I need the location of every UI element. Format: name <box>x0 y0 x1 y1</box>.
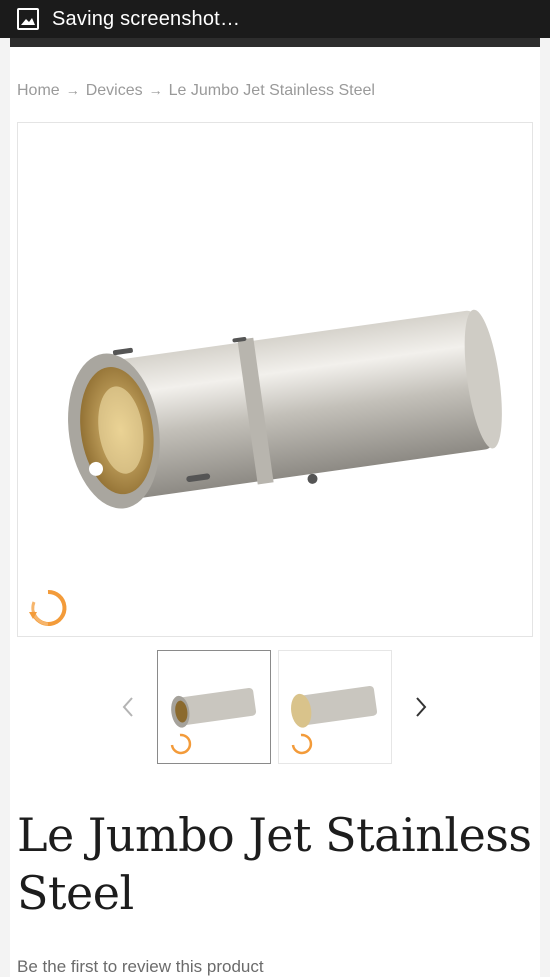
rotate-360-icon[interactable] <box>26 586 70 630</box>
thumbnail-gallery <box>10 650 540 765</box>
breadcrumb: Home → Devices → Le Jumbo Jet Stainless Stee… <box>17 82 375 100</box>
breadcrumb-devices[interactable]: Devices <box>86 82 143 99</box>
product-main-image[interactable] <box>17 122 533 637</box>
breadcrumb-separator: → <box>148 82 163 98</box>
product-page: Home → Devices → Le Jumbo Jet Stainless Stee… <box>10 38 540 977</box>
thumbnail-image <box>170 687 257 755</box>
breadcrumb-home[interactable]: Home <box>17 82 60 99</box>
breadcrumb-current: Le Jumbo Jet Stainless Steel <box>168 82 375 99</box>
image-icon <box>17 8 39 30</box>
header-bar <box>10 38 540 47</box>
chevron-left-icon[interactable] <box>118 692 138 722</box>
product-title: Le Jumbo Jet Stainless Steel <box>17 808 532 920</box>
status-bar: Saving screenshot… <box>0 0 550 38</box>
product-photo <box>68 309 502 509</box>
review-link[interactable]: Be the first to review this product <box>17 957 264 977</box>
thumbnail-image <box>291 685 378 755</box>
breadcrumb-separator: → <box>65 82 80 98</box>
status-text: Saving screenshot… <box>52 7 241 30</box>
thumbnail-open-view[interactable] <box>278 650 392 764</box>
chevron-right-icon[interactable] <box>411 692 431 722</box>
thumbnail-side-view[interactable] <box>157 650 271 764</box>
